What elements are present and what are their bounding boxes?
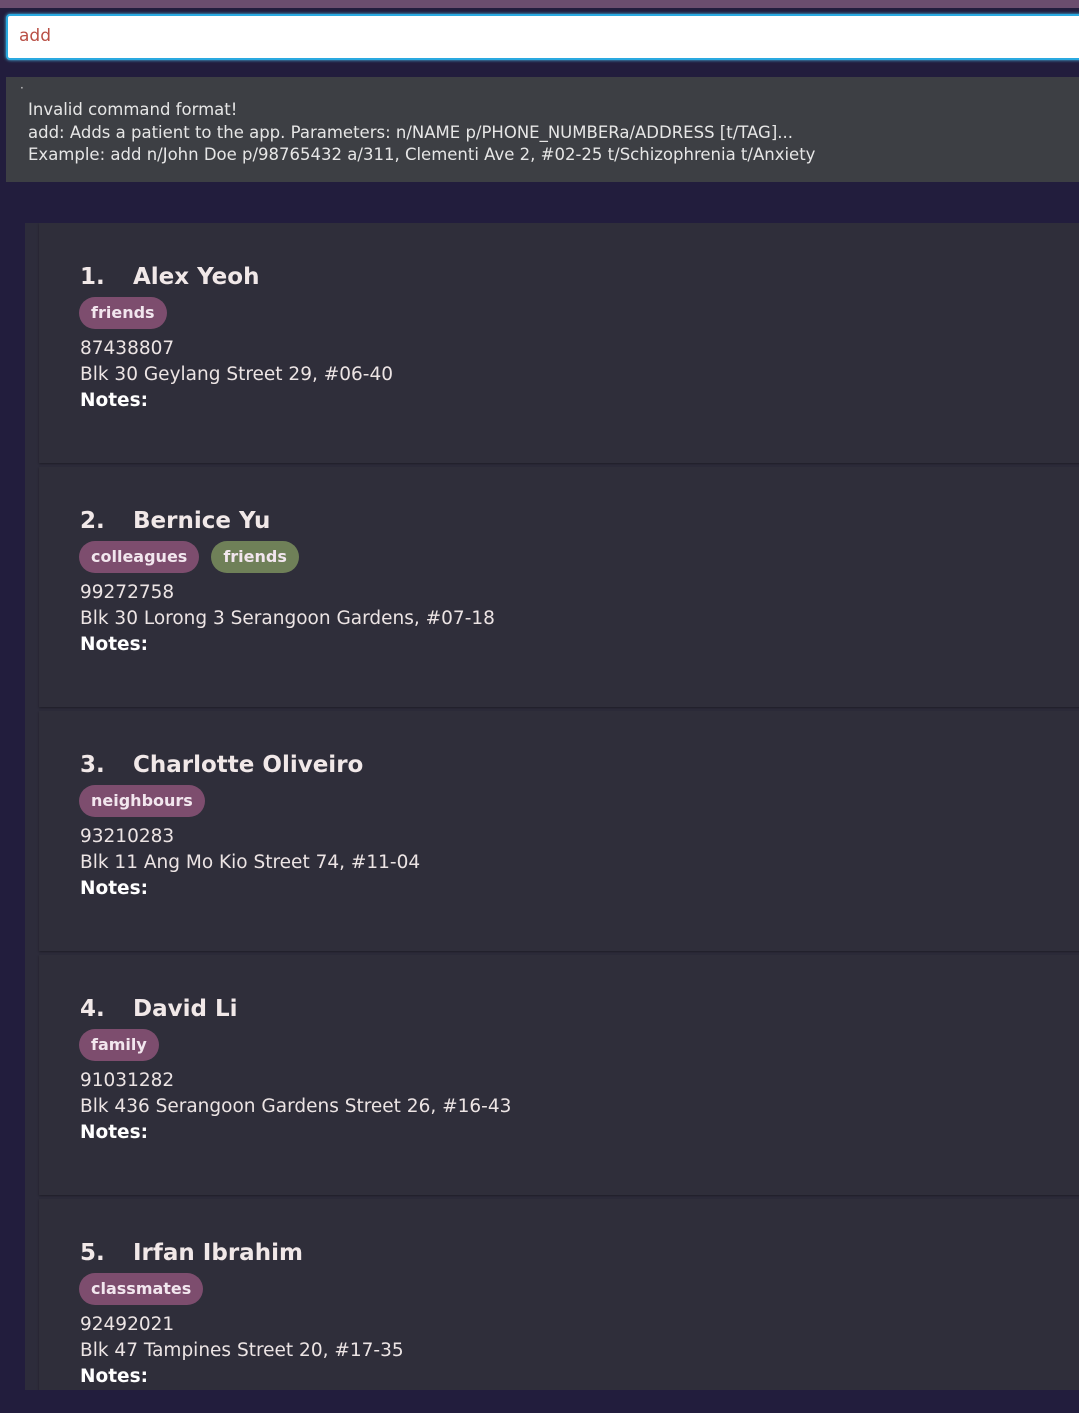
tag: family: [79, 1029, 159, 1061]
patient-title: 2. Bernice Yu: [80, 505, 270, 537]
tag-list: friends: [79, 297, 167, 329]
patient-card[interactable]: 3. Charlotte Oliveiro neighbours 93210283…: [39, 711, 1079, 951]
tag-list: colleagues friends: [79, 541, 299, 573]
patient-address: Blk 11 Ang Mo Kio Street 74, #11-04: [80, 852, 421, 873]
result-marker: ·: [20, 81, 24, 95]
patient-title: 5. Irfan Ibrahim: [80, 1237, 303, 1269]
patient-name: David Li: [133, 996, 238, 1022]
patient-address: Blk 47 Tampines Street 20, #17-35: [80, 1340, 404, 1361]
patient-notes-label: Notes:: [80, 1366, 148, 1387]
patient-name: Alex Yeoh: [133, 264, 260, 290]
patient-phone: 91031282: [80, 1070, 175, 1091]
patient-name: Irfan Ibrahim: [133, 1240, 303, 1266]
patient-name: Charlotte Oliveiro: [133, 752, 364, 778]
tag-list: family: [79, 1029, 159, 1061]
patient-index: 5.: [80, 1240, 105, 1266]
tag-list: neighbours: [79, 785, 205, 817]
result-text: Invalid command format! add: Adds a pati…: [28, 99, 815, 167]
result-display: · Invalid command format! add: Adds a pa…: [6, 77, 1079, 182]
patient-phone: 99272758: [80, 582, 175, 603]
patient-address: Blk 436 Serangoon Gardens Street 26, #16…: [80, 1096, 512, 1117]
patient-card[interactable]: 4. David Li family 91031282 Blk 436 Seran…: [39, 955, 1079, 1195]
patient-notes-label: Notes:: [80, 878, 148, 899]
patient-notes-label: Notes:: [80, 390, 148, 411]
result-line: Example: add n/John Doe p/98765432 a/311…: [28, 145, 816, 164]
patient-index: 3.: [80, 752, 105, 778]
patient-list[interactable]: 1. Alex Yeoh friends 87438807 Blk 30 Geyl…: [25, 223, 1079, 1390]
tag: friends: [211, 541, 299, 573]
patient-title: 1. Alex Yeoh: [80, 261, 259, 293]
tag-list: classmates: [79, 1273, 204, 1305]
patient-card[interactable]: 2. Bernice Yu colleagues friends 99272758…: [39, 467, 1079, 707]
patient-address: Blk 30 Geylang Street 29, #06-40: [80, 364, 393, 385]
patient-title: 3. Charlotte Oliveiro: [80, 749, 363, 781]
patient-address: Blk 30 Lorong 3 Serangoon Gardens, #07-1…: [80, 608, 495, 629]
command-input[interactable]: add: [19, 24, 51, 48]
command-box[interactable]: add: [6, 14, 1079, 60]
result-line: Invalid command format!: [28, 100, 238, 119]
patient-card[interactable]: 5. Irfan Ibrahim classmates 92492021 Blk …: [39, 1199, 1079, 1390]
patient-title: 4. David Li: [80, 993, 238, 1025]
tag: colleagues: [79, 541, 200, 573]
tag: friends: [79, 297, 167, 329]
patient-phone: 87438807: [80, 338, 175, 359]
patient-notes-label: Notes:: [80, 634, 148, 655]
patient-index: 4.: [80, 996, 105, 1022]
tag: classmates: [79, 1273, 204, 1305]
patient-index: 2.: [80, 508, 105, 534]
patient-card[interactable]: 1. Alex Yeoh friends 87438807 Blk 30 Geyl…: [39, 223, 1079, 463]
patient-phone: 93210283: [80, 826, 175, 847]
patient-index: 1.: [80, 264, 105, 290]
result-line: add: Adds a patient to the app. Paramete…: [28, 122, 794, 142]
patient-notes-label: Notes:: [80, 1122, 148, 1143]
tag: neighbours: [79, 785, 205, 817]
patient-name: Bernice Yu: [133, 508, 271, 534]
patient-phone: 92492021: [80, 1314, 175, 1335]
window-top-strip: [0, 0, 1079, 8]
